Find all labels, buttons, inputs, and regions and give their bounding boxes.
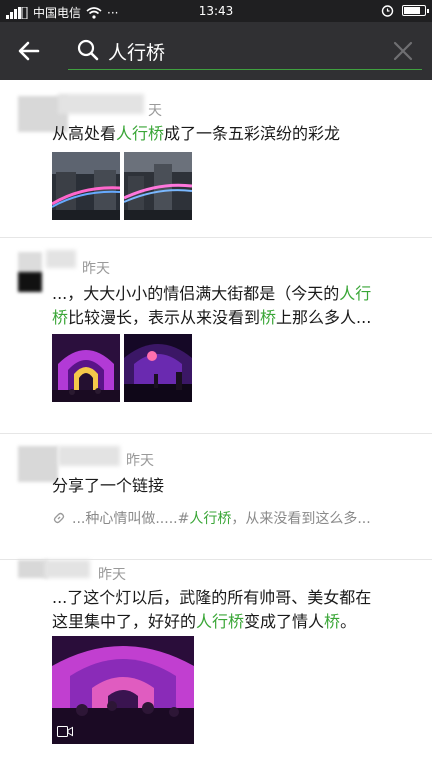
video-thumbnail[interactable] — [52, 636, 194, 744]
video-icon — [57, 726, 73, 737]
avatar — [18, 252, 42, 292]
battery-level — [404, 7, 421, 14]
status-right — [381, 4, 429, 17]
keyword-highlight: 人行桥 — [116, 124, 165, 143]
back-arrow-icon[interactable] — [16, 38, 42, 64]
search-icon — [77, 39, 99, 61]
shared-link[interactable]: ...种心情叫做.....#人行桥，从来没看到这么多... — [52, 508, 422, 528]
alarm-icon — [381, 5, 394, 17]
keyword-highlight: 人行桥 — [196, 612, 245, 631]
result-item[interactable]: 昨天 ...，大大小小的情侣满大街都是（今天的人行 桥比较漫长，表示从来没看到桥… — [0, 238, 432, 434]
photo-thumbnail[interactable] — [124, 334, 192, 402]
result-item[interactable]: 昨天 分享了一个链接 ...种心情叫做.....#人行桥，从来没看到这么多... — [0, 434, 432, 560]
search-results: 天 从高处看人行桥成了一条五彩滨纷的彩龙 昨天 ...，大大小小的情侣满大街都是… — [0, 80, 432, 768]
result-item[interactable]: 天 从高处看人行桥成了一条五彩滨纷的彩龙 — [0, 80, 432, 238]
search-header — [0, 22, 432, 80]
post-text: 从高处看人行桥成了一条五彩滨纷的彩龙 — [52, 124, 341, 143]
post-date: 昨天 — [98, 567, 126, 583]
post-text: ...了这个灯以后，武隆的所有帅哥、美女都在 这里集中了，好好的人行桥变成了情人… — [52, 588, 372, 631]
keyword-highlight: 桥 — [324, 612, 341, 631]
clear-icon[interactable] — [392, 40, 414, 62]
photo-thumbnail[interactable] — [52, 152, 120, 220]
result-item[interactable]: 昨天 ...了这个灯以后，武隆的所有帅哥、美女都在 这里集中了，好好的人行桥变成… — [0, 560, 432, 768]
post-date: 天 — [148, 103, 162, 119]
post-text: 分享了一个链接 — [52, 476, 165, 495]
clock: 13:43 — [198, 4, 234, 18]
image-grid — [52, 334, 192, 402]
blurred-name — [46, 250, 76, 268]
keyword-highlight: 桥 — [52, 308, 69, 327]
post-date: 昨天 — [82, 261, 110, 277]
blurred-name — [58, 94, 144, 114]
keyword-highlight: 人行 — [339, 284, 372, 303]
battery-icon — [402, 5, 429, 16]
keyword-highlight: 桥 — [260, 308, 277, 327]
keyword-highlight: 人行桥 — [189, 511, 232, 527]
post-text: ...，大大小小的情侣满大街都是（今天的人行 桥比较漫长，表示从来没看到桥上那么… — [52, 284, 372, 327]
search-input[interactable] — [108, 38, 368, 64]
search-bar[interactable] — [68, 34, 422, 70]
link-icon — [53, 512, 65, 524]
post-date: 昨天 — [126, 453, 154, 469]
image-grid — [52, 152, 192, 220]
photo-thumbnail[interactable] — [124, 152, 192, 220]
photo-thumbnail[interactable] — [52, 334, 120, 402]
blurred-name — [44, 560, 90, 578]
video-grid — [52, 636, 194, 744]
blurred-name — [58, 446, 120, 466]
status-bar: 中国电信 ··· 13:43 — [0, 0, 432, 22]
